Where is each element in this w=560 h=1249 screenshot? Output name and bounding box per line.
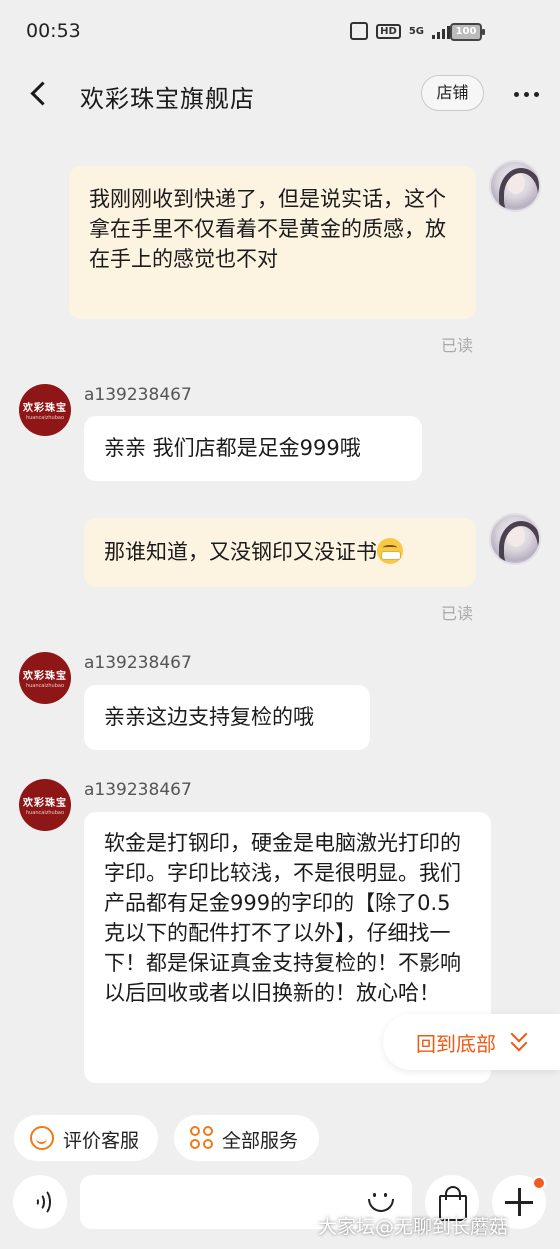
my-message-bubble[interactable]: 我刚刚收到快递了，但是说实话，这个拿在手里不仅看着不是黄金的质感，放在手上的感觉… (69, 166, 476, 319)
battery-icon: 100 (450, 23, 485, 41)
watermark: 大家坛@无聊到长蘑菇 (318, 1216, 509, 1238)
all-services-chip[interactable]: 全部服务 (174, 1115, 319, 1161)
back-arrow-icon[interactable] (22, 76, 58, 112)
sender-name: a139238467 (84, 653, 192, 673)
status-time: 00:53 (26, 20, 81, 42)
sender-name: a139238467 (84, 780, 192, 800)
back-to-bottom-button[interactable]: 回到底部 (383, 1014, 560, 1070)
chip-label: 全部服务 (222, 1130, 299, 1152)
smile-icon (30, 1126, 54, 1150)
store-avatar[interactable]: 欢彩珠宝 huancaizhubao (19, 384, 71, 436)
store-message-bubble[interactable]: 亲亲 我们店都是足金999哦 (84, 416, 422, 481)
voice-input-button[interactable] (13, 1175, 67, 1229)
shop-button[interactable]: 店铺 (421, 75, 484, 111)
store-avatar-logo-text: 欢彩珠宝 (23, 798, 67, 809)
store-avatar[interactable]: 欢彩珠宝 huancaizhubao (19, 652, 71, 704)
store-avatar-logo-text: 欢彩珠宝 (23, 403, 67, 414)
chip-label: 评价客服 (63, 1130, 140, 1152)
message-text: 亲亲 我们店都是足金999哦 (104, 436, 361, 460)
message-text: 那谁知道，又没钢印又没证书 (104, 540, 377, 564)
hd-icon: HD (376, 23, 401, 39)
services-grid-icon (190, 1126, 214, 1150)
read-receipt: 已读 (441, 336, 474, 355)
user-avatar[interactable] (489, 513, 541, 565)
message-text: 亲亲这边支持复检的哦 (104, 705, 314, 729)
user-avatar[interactable] (489, 160, 541, 212)
network-type: 5G (408, 25, 424, 37)
rate-service-chip[interactable]: 评价客服 (14, 1115, 158, 1161)
message-text: 我刚刚收到快递了，但是说实话，这个拿在手里不仅看着不是黄金的质感，放在手上的感觉… (89, 187, 446, 271)
store-avatar-subtext: huancaizhubao (25, 683, 65, 689)
store-avatar[interactable]: 欢彩珠宝 huancaizhubao (19, 779, 71, 831)
more-options-icon[interactable] (514, 84, 544, 104)
store-title: 欢彩珠宝旗舰店 (80, 85, 255, 113)
status-bar: 00:53 HD 5G 100 (0, 0, 560, 66)
chat-header: 欢彩珠宝旗舰店 店铺 (0, 66, 560, 124)
vibrate-icon (350, 22, 369, 40)
grinning-face-emoji (377, 538, 403, 564)
message-text: 软金是打钢印，硬金是电脑激光打印的字印。字印比较浅，不是很明显。我们产品都有足金… (104, 831, 461, 1005)
store-avatar-logo-text: 欢彩珠宝 (23, 671, 67, 682)
back-to-bottom-label: 回到底部 (416, 1032, 496, 1056)
double-chevron-down-icon (510, 1025, 529, 1052)
notification-dot (532, 1176, 546, 1190)
store-message-bubble[interactable]: 亲亲这边支持复检的哦 (84, 685, 370, 750)
store-avatar-subtext: huancaizhubao (25, 415, 65, 421)
sender-name: a139238467 (84, 385, 192, 405)
my-message-bubble[interactable]: 那谁知道，又没钢印又没证书 (84, 518, 476, 587)
store-avatar-subtext: huancaizhubao (25, 810, 65, 816)
signal-icon (432, 23, 450, 39)
read-receipt: 已读 (441, 604, 474, 623)
